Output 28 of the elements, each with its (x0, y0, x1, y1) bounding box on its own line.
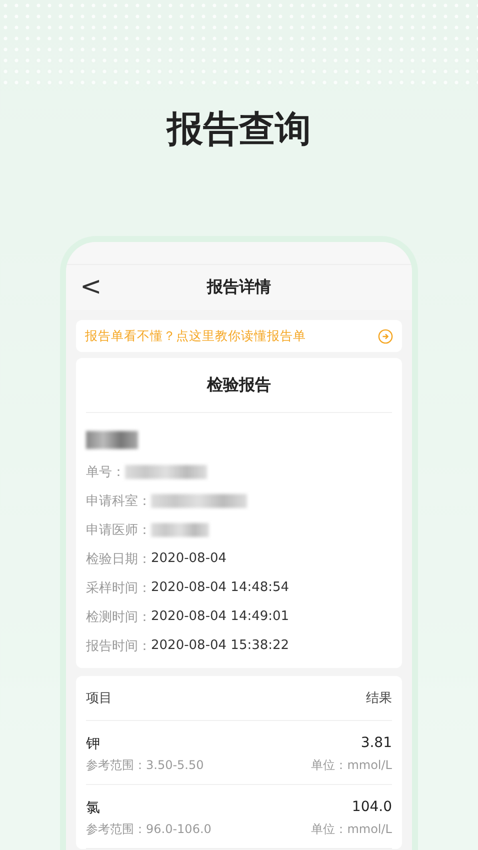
report-title: 检验报告 (86, 358, 392, 413)
page-title: 报告详情 (207, 277, 271, 298)
column-header: 项目 (86, 690, 112, 707)
field-value: 2020-08-04 (151, 551, 227, 566)
field-label: 检验日期： (86, 550, 151, 568)
field-label: 单号： (86, 464, 125, 480)
column-header: 结果 (366, 690, 392, 707)
headline: 报告查询 (165, 108, 312, 152)
field-label: 检测时间： (86, 608, 151, 626)
redacted-value (151, 522, 209, 536)
back-button[interactable]: < (76, 273, 106, 301)
result-value: 3.81 (360, 735, 392, 753)
arrow-circle-icon (378, 328, 393, 344)
reference-range: 参考范围：3.50-5.50 (86, 757, 204, 774)
field-value: 2020-08-04 14:49:01 (151, 609, 290, 624)
field-value: 2020-08-04 14:48:54 (151, 580, 290, 595)
item-name: 钾 (86, 735, 100, 753)
unit-label: 单位：mmol/L (311, 821, 392, 838)
redacted-name (86, 431, 138, 449)
reference-range: 参考范围：96.0-106.0 (86, 821, 212, 838)
field-value: 2020-08-04 15:38:22 (151, 638, 290, 653)
field-label: 申请科室： (86, 492, 151, 510)
field-label: 报告时间： (86, 638, 151, 654)
item-name: 氯 (86, 799, 100, 817)
unit-label: 单位：mmol/L (311, 757, 392, 774)
field-label: 采样时间： (86, 580, 151, 596)
field-label: 申请医师： (86, 522, 151, 538)
result-value: 104.0 (352, 799, 392, 817)
